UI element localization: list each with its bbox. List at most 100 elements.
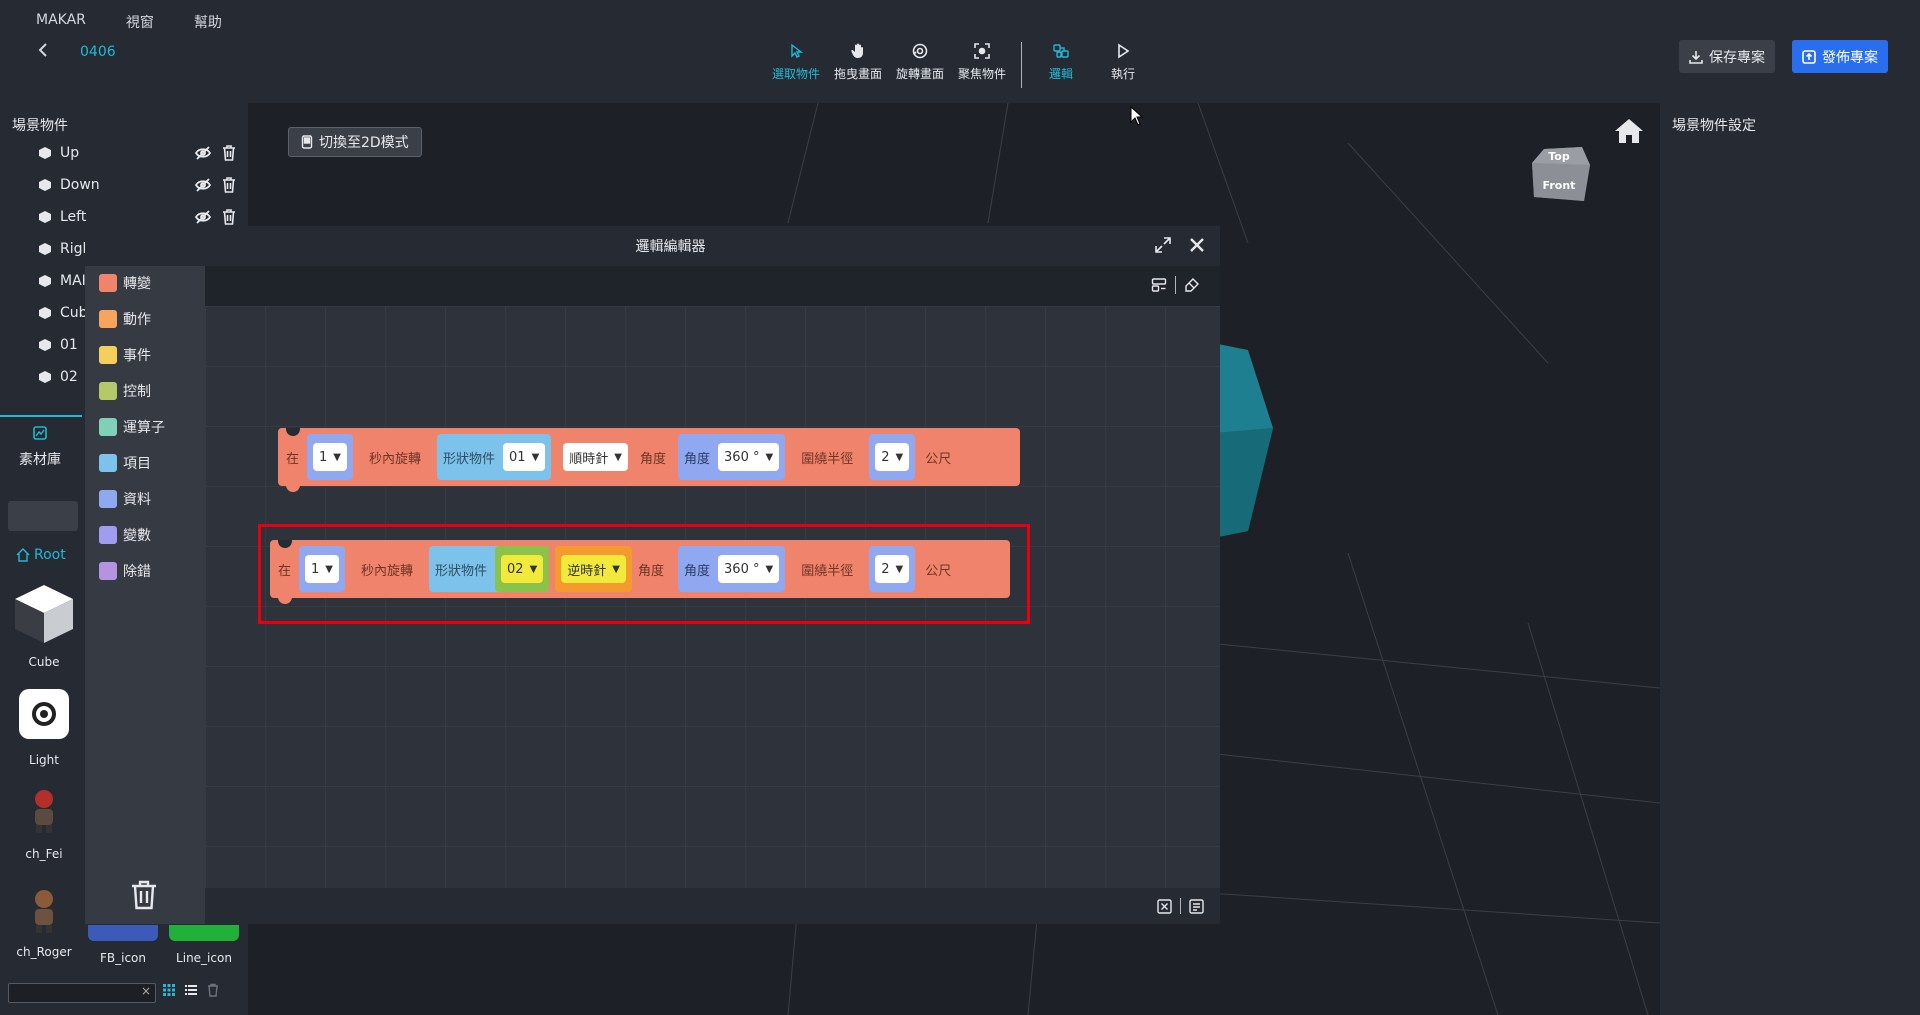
tool-pan[interactable]: 拖曳畫面 xyxy=(827,42,889,82)
library-search-input[interactable] xyxy=(8,501,78,531)
delete-icon[interactable] xyxy=(220,208,238,226)
switch-2d-mode-button[interactable]: 切換至2D模式 xyxy=(288,127,422,157)
home-view-icon[interactable] xyxy=(1614,117,1644,145)
tool-logic[interactable]: 邏輯 xyxy=(1030,42,1092,82)
logic-icon xyxy=(1053,44,1069,58)
play-icon xyxy=(1118,43,1130,59)
category-swatch xyxy=(99,346,117,364)
category-control[interactable]: 控制 xyxy=(99,380,151,402)
menu-help[interactable]: 幫助 xyxy=(194,12,222,32)
asset-search-input[interactable]: × xyxy=(8,983,156,1003)
asset-ch-fei[interactable]: ch_Fei xyxy=(4,787,84,861)
category-variable[interactable]: 變數 xyxy=(99,524,151,546)
trash-icon[interactable] xyxy=(130,880,158,910)
cube-icon xyxy=(39,307,51,319)
category-event[interactable]: 事件 xyxy=(99,344,151,366)
category-item[interactable]: 項目 xyxy=(99,452,151,474)
menu-makar[interactable]: MAKAR xyxy=(36,12,86,32)
library-icon xyxy=(33,426,47,440)
delete-icon[interactable] xyxy=(206,983,220,997)
character-icon xyxy=(35,890,53,933)
block-category-toolbox: 轉變 動作 事件 控制 運算子 項目 資料 變數 除錯 xyxy=(85,266,205,924)
category-swatch xyxy=(99,418,117,436)
object-dropdown[interactable]: 01 ▼ xyxy=(503,443,546,471)
publish-project-button[interactable]: 發佈專案 xyxy=(1792,40,1888,73)
chevron-down-icon: ▼ xyxy=(333,451,341,463)
save-project-button[interactable]: 保存專案 xyxy=(1679,40,1775,73)
back-icon[interactable] xyxy=(36,42,50,63)
tool-rotate[interactable]: 旋轉畫面 xyxy=(889,42,951,82)
asset-ch-roger[interactable]: ch_Roger xyxy=(4,887,84,959)
clean-up-icon[interactable] xyxy=(1184,277,1200,293)
rotate-icon xyxy=(912,43,928,59)
cube-icon xyxy=(15,585,73,643)
hide-icon[interactable] xyxy=(194,144,212,162)
category-swatch xyxy=(99,490,117,508)
chevron-down-icon: ▼ xyxy=(765,451,774,463)
seconds-dropdown[interactable]: 1 ▼ xyxy=(313,443,347,471)
home-icon xyxy=(16,548,30,562)
logic-editor-toolbar xyxy=(205,266,1220,306)
breadcrumb-root[interactable]: Root xyxy=(16,547,66,563)
cube-icon xyxy=(39,147,51,159)
asset-cube[interactable]: Cube xyxy=(4,581,84,669)
expand-icon[interactable] xyxy=(1154,236,1172,254)
category-operator[interactable]: 運算子 xyxy=(99,416,165,438)
code-view-icon[interactable] xyxy=(1189,898,1204,914)
download-icon xyxy=(1689,50,1703,64)
cube-icon xyxy=(39,179,51,191)
radius-dropdown[interactable]: 2 ▼ xyxy=(875,443,910,471)
rotate-block-1[interactable]: 在 1 ▼ 秒內旋轉 形狀物件 01 ▼ 順時針 ▼ 角度 角度 360 ° ▼ 圍繞半… xyxy=(278,428,1020,492)
focus-icon xyxy=(974,43,990,59)
cube-icon xyxy=(39,211,51,223)
image-thumbnail xyxy=(169,925,239,941)
object-settings-title: 場景物件設定 xyxy=(1672,118,1756,134)
angle-dropdown[interactable]: 360 ° ▼ xyxy=(718,443,780,471)
toolbar-divider xyxy=(1021,42,1022,88)
hide-icon[interactable] xyxy=(194,176,212,194)
upload-icon xyxy=(1802,49,1816,64)
clear-icon[interactable] xyxy=(1157,898,1172,914)
category-swatch xyxy=(99,310,117,328)
scene-object-down[interactable]: Down xyxy=(38,174,238,196)
delete-icon[interactable] xyxy=(220,144,238,162)
tool-run[interactable]: 執行 xyxy=(1092,42,1154,82)
mouse-cursor-icon xyxy=(1130,106,1144,126)
list-view-icon[interactable] xyxy=(184,983,198,997)
tool-select[interactable]: 選取物件 xyxy=(765,42,827,82)
category-data[interactable]: 資料 xyxy=(99,488,151,510)
cube-icon xyxy=(39,339,51,351)
delete-icon[interactable] xyxy=(220,176,238,194)
clear-search-icon[interactable]: × xyxy=(141,984,151,998)
category-transform[interactable]: 轉變 xyxy=(99,272,151,294)
asset-line-icon[interactable]: Line_icon xyxy=(164,925,244,965)
tool-group: 選取物件 拖曳畫面 旋轉畫面 聚焦物件 邏輯 執行 xyxy=(765,42,1154,88)
image-thumbnail xyxy=(88,925,158,941)
menu-window[interactable]: 視窗 xyxy=(126,12,154,32)
scene-object-up[interactable]: Up xyxy=(38,142,238,164)
hide-icon[interactable] xyxy=(194,208,212,226)
category-debug[interactable]: 除錯 xyxy=(99,560,151,582)
highlight-box xyxy=(258,524,1030,624)
asset-fb-icon[interactable]: FB_icon xyxy=(86,925,160,965)
category-action[interactable]: 動作 xyxy=(99,308,151,330)
right-panel: 場景物件設定 xyxy=(1660,103,1920,1015)
chevron-down-icon: ▼ xyxy=(614,451,622,463)
logic-editor-title: 邏輯編輯器 xyxy=(635,239,706,255)
asset-light[interactable]: Light xyxy=(4,687,84,767)
cube-icon xyxy=(39,243,51,255)
category-swatch xyxy=(99,454,117,472)
scene-object-left[interactable]: Left xyxy=(38,206,238,228)
close-icon[interactable] xyxy=(1188,236,1206,254)
logic-editor-footer xyxy=(205,888,1220,924)
arrange-blocks-icon[interactable] xyxy=(1151,277,1167,293)
tab-asset-library[interactable]: 素材庫 xyxy=(0,415,82,469)
direction-dropdown[interactable]: 順時針 ▼ xyxy=(563,443,628,471)
tool-focus[interactable]: 聚焦物件 xyxy=(951,42,1013,82)
category-swatch xyxy=(99,526,117,544)
grid-view-icon[interactable] xyxy=(162,983,176,997)
navigation-cube[interactable]: Top Front xyxy=(1524,141,1594,221)
project-name: 0406 xyxy=(80,44,116,60)
hand-icon xyxy=(851,43,863,58)
light-icon xyxy=(19,689,69,739)
